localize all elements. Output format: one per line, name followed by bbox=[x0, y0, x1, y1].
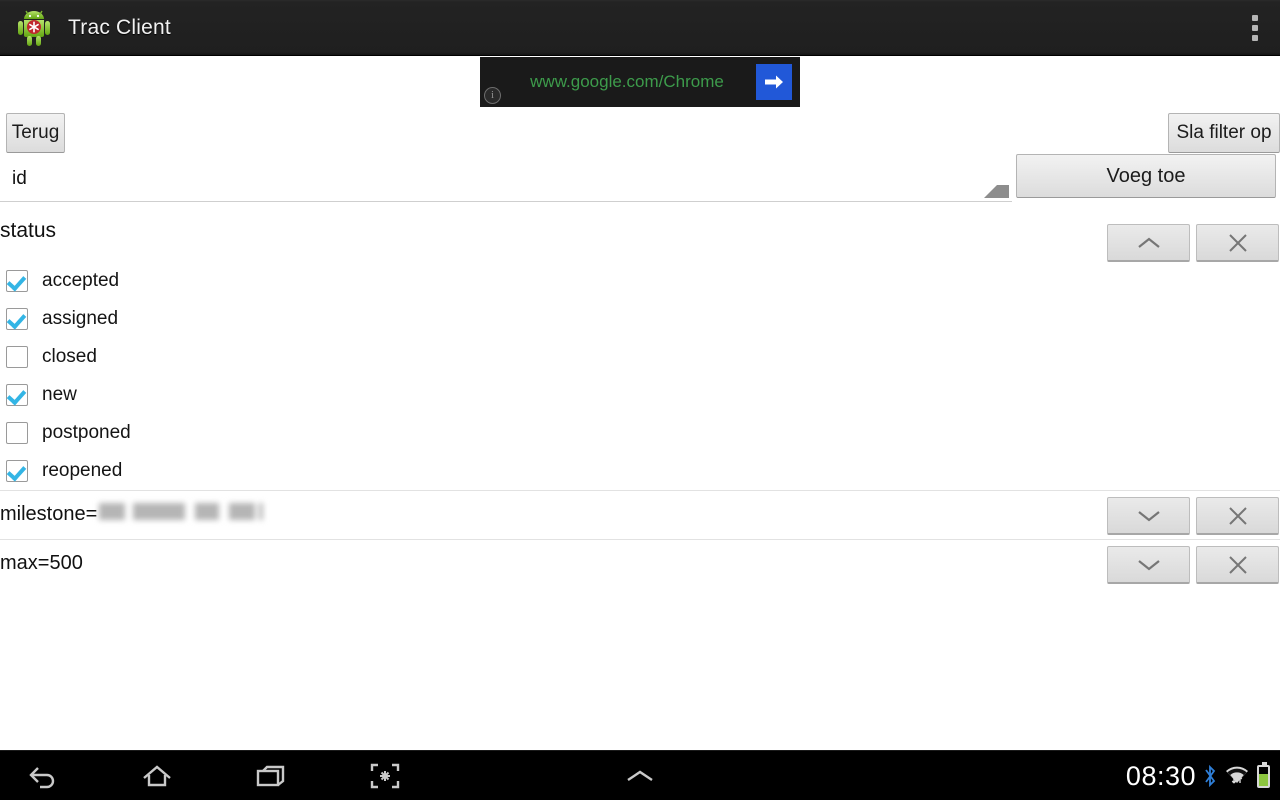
expand-filter-milestone-button[interactable] bbox=[1107, 497, 1190, 535]
chevron-up-icon bbox=[1137, 237, 1160, 248]
chevron-down-icon bbox=[1137, 510, 1160, 521]
info-icon[interactable]: i bbox=[484, 87, 501, 104]
status-option-label: closed bbox=[42, 346, 97, 367]
filter-block-milestone: milestone= bbox=[0, 490, 1280, 539]
status-option-list: accepted assigned closed new postponed r… bbox=[0, 258, 1280, 490]
status-option-accepted[interactable]: accepted bbox=[0, 262, 1280, 300]
overflow-menu-icon[interactable] bbox=[1252, 14, 1258, 41]
chevron-up-icon bbox=[627, 770, 653, 781]
checkbox-postponed[interactable] bbox=[6, 422, 28, 444]
filter-summary-milestone: milestone= bbox=[0, 503, 264, 526]
status-option-label: accepted bbox=[42, 270, 120, 291]
ad-url-text: www.google.com/Chrome bbox=[530, 72, 724, 91]
nav-back-button[interactable] bbox=[6, 751, 80, 800]
arrow-right-icon[interactable] bbox=[756, 64, 792, 100]
expand-filter-max-button[interactable] bbox=[1107, 546, 1190, 584]
add-field-button[interactable]: Voeg toe bbox=[1016, 154, 1276, 198]
status-option-label: postponed bbox=[42, 422, 131, 443]
android-robot-icon bbox=[14, 8, 54, 48]
filter-block-max: max=500 bbox=[0, 539, 1280, 588]
ad-banner[interactable]: www.google.com/Chrome i bbox=[480, 57, 800, 107]
filter-block-status: status accepted assigned closed new post… bbox=[0, 208, 1280, 490]
action-bar: Trac Client bbox=[0, 0, 1280, 56]
back-icon bbox=[29, 766, 55, 788]
status-clock: 08:30 bbox=[1125, 760, 1196, 791]
status-option-assigned[interactable]: assigned bbox=[0, 300, 1280, 338]
field-spinner[interactable]: id bbox=[0, 156, 1012, 202]
filter-editor: Terug Sla filter op id Voeg toe status a… bbox=[0, 107, 1280, 750]
wifi-icon bbox=[1226, 766, 1248, 784]
status-option-postponed[interactable]: postponed bbox=[0, 414, 1280, 452]
remove-filter-milestone-button[interactable] bbox=[1196, 497, 1279, 535]
system-nav-bar: 08:30 bbox=[0, 750, 1280, 800]
redacted-value bbox=[99, 503, 264, 520]
filter-header-status: status bbox=[0, 208, 1280, 262]
spinner-triangle-icon bbox=[984, 185, 1009, 198]
status-option-label: reopened bbox=[42, 460, 123, 481]
field-spinner-value: id bbox=[12, 167, 27, 189]
battery-icon bbox=[1257, 761, 1270, 788]
status-option-label: assigned bbox=[42, 308, 119, 329]
toolbar-row: Terug Sla filter op bbox=[0, 107, 1280, 154]
close-icon bbox=[1228, 506, 1247, 525]
status-option-label: new bbox=[42, 384, 77, 405]
status-bar-indicators: 08:30 bbox=[1126, 751, 1270, 800]
back-button[interactable]: Terug bbox=[6, 113, 65, 153]
remove-filter-max-button[interactable] bbox=[1196, 546, 1279, 584]
checkbox-accepted[interactable] bbox=[6, 270, 28, 292]
add-field-row: id Voeg toe bbox=[0, 154, 1280, 208]
home-icon bbox=[143, 764, 171, 786]
close-icon bbox=[1228, 555, 1247, 574]
filter-summary-max: max=500 bbox=[0, 552, 83, 575]
checkbox-reopened[interactable] bbox=[6, 460, 28, 482]
checkbox-assigned[interactable] bbox=[6, 308, 28, 330]
checkbox-closed[interactable] bbox=[6, 346, 28, 368]
nav-screenshot-button[interactable] bbox=[348, 751, 422, 800]
nav-home-button[interactable] bbox=[120, 751, 194, 800]
checkbox-new[interactable] bbox=[6, 384, 28, 406]
filter-summary-milestone-text: milestone= bbox=[0, 503, 98, 525]
collapse-filter-status-button[interactable] bbox=[1107, 224, 1190, 262]
filter-summary-max-text: max=500 bbox=[0, 552, 83, 574]
screenshot-icon bbox=[370, 763, 400, 788]
status-option-closed[interactable]: closed bbox=[0, 338, 1280, 376]
status-option-reopened[interactable]: reopened bbox=[0, 452, 1280, 490]
status-option-new[interactable]: new bbox=[0, 376, 1280, 414]
save-filter-button[interactable]: Sla filter op bbox=[1168, 113, 1280, 153]
app-screen: Trac Client www.google.com/Chrome i Teru… bbox=[0, 0, 1280, 800]
nav-recents-button[interactable] bbox=[234, 751, 308, 800]
recent-apps-icon bbox=[256, 765, 285, 786]
bluetooth-icon bbox=[1205, 764, 1216, 788]
app-title: Trac Client bbox=[68, 15, 171, 39]
close-icon bbox=[1228, 233, 1247, 252]
chevron-down-icon bbox=[1137, 559, 1160, 570]
filter-title-status: status bbox=[0, 219, 57, 242]
remove-filter-status-button[interactable] bbox=[1196, 224, 1279, 262]
